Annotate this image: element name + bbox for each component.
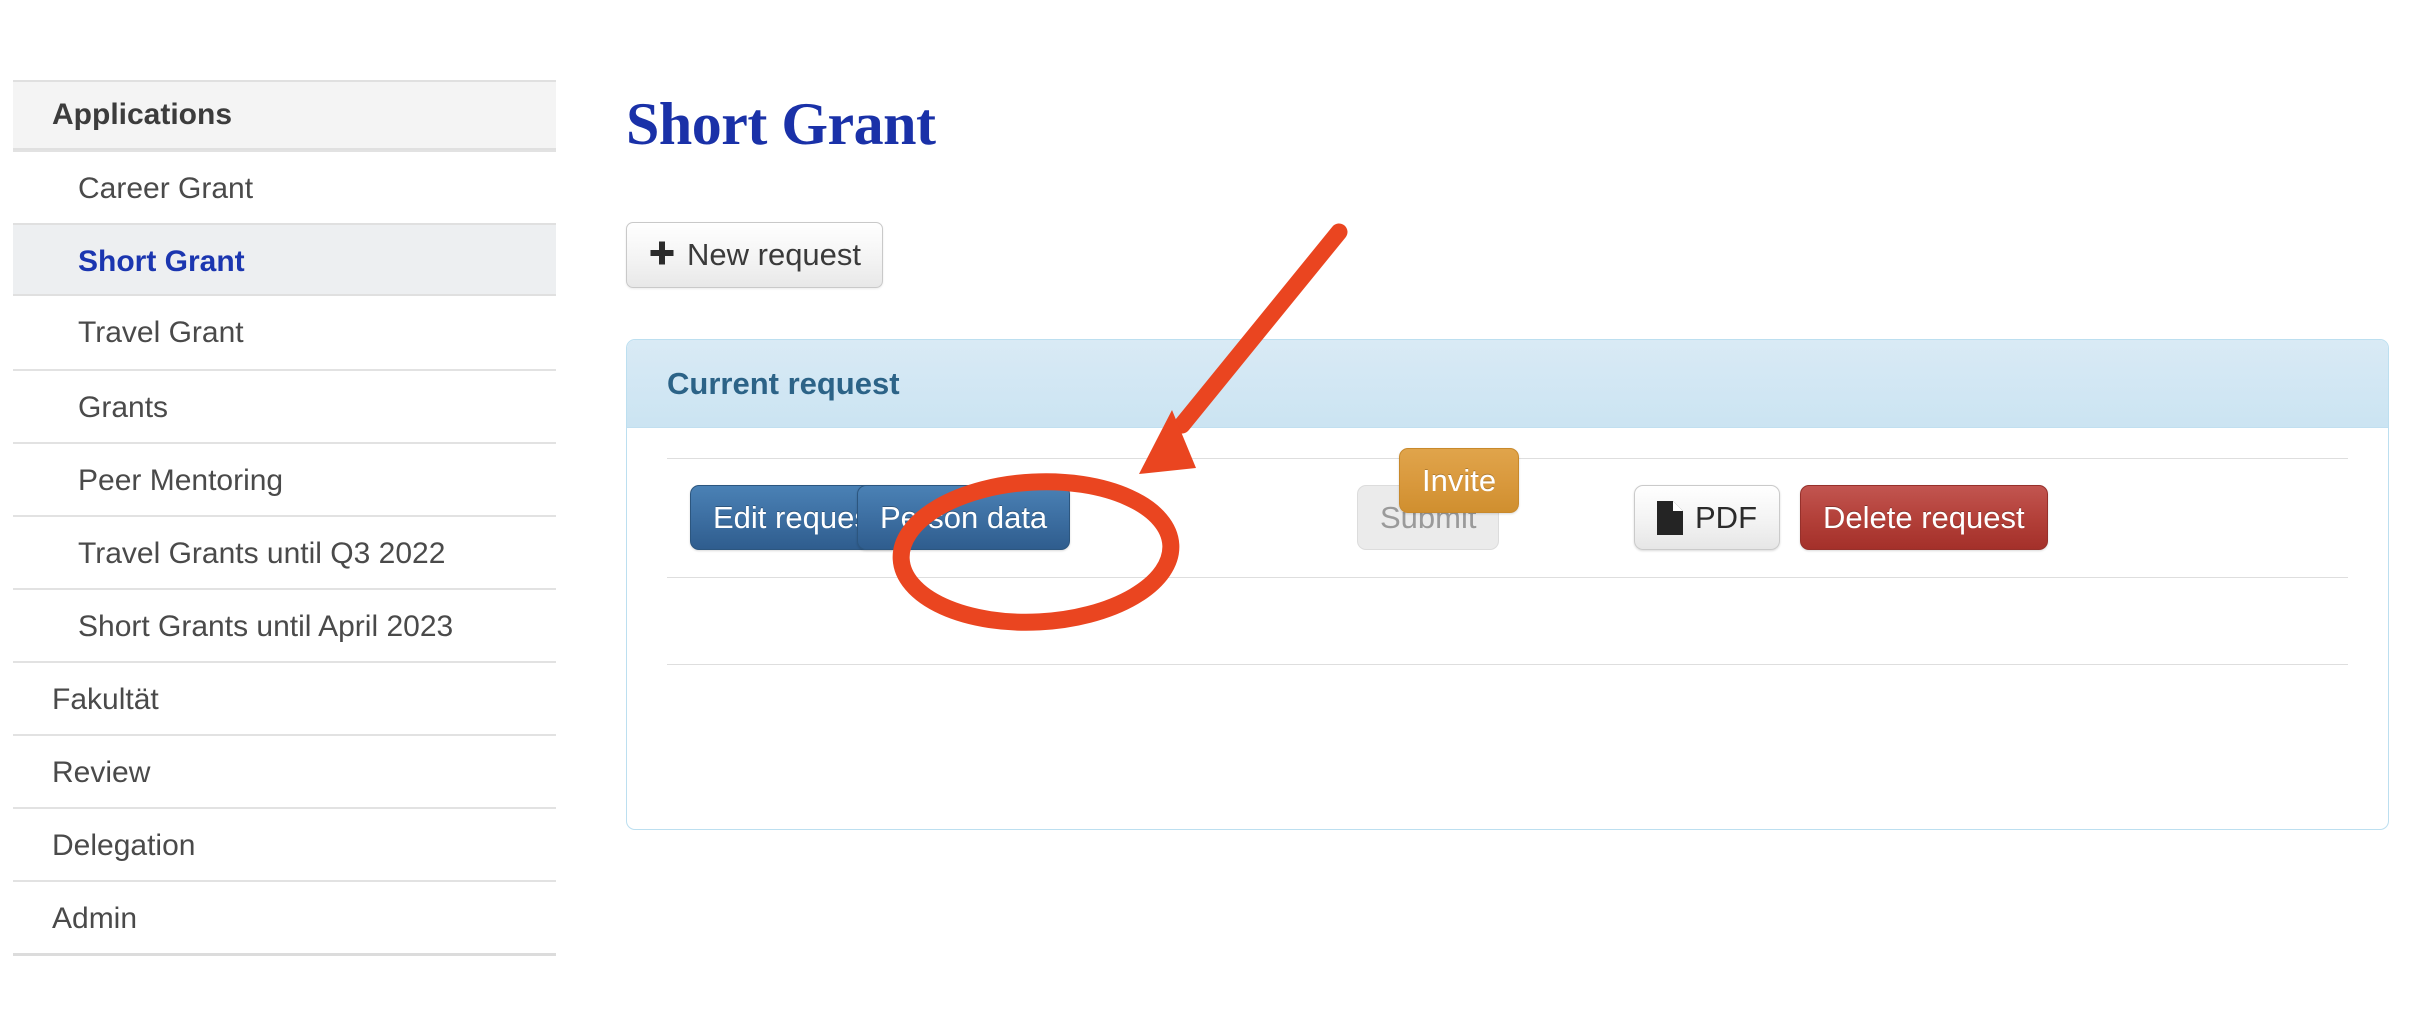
sidebar-item-label: Admin (52, 902, 138, 935)
pdf-button[interactable]: PDF (1634, 485, 1780, 550)
sidebar-item-travel-grants-until-q3-2022[interactable]: Travel Grants until Q3 2022 (13, 515, 556, 588)
sidebar-item-grants[interactable]: Grants (13, 369, 556, 442)
sidebar-item-label: Applications (52, 98, 233, 131)
sidebar-item-label: Travel Grant (78, 316, 244, 349)
sidebar-item-short-grant[interactable]: Short Grant (13, 223, 556, 296)
sidebar-item-label: Short Grants until April 2023 (78, 610, 454, 643)
sidebar-item-short-grants-until-april-2023[interactable]: Short Grants until April 2023 (13, 588, 556, 661)
sidebar-item-label: Peer Mentoring (78, 464, 284, 497)
main-content: Short Grant New request Current request (626, 0, 2396, 1024)
person-data-label: Person data (880, 499, 1048, 535)
sidebar-item-delegation[interactable]: Delegation (13, 807, 556, 880)
sidebar-item-label: Grants (78, 391, 169, 424)
sidebar-item-review[interactable]: Review (13, 734, 556, 807)
person-data-button[interactable]: Person data (857, 485, 1071, 550)
panel-body: Edit request Person data Submit PDF Dele… (627, 428, 2388, 829)
page-root: Applications Career Grant Short Grant Tr… (0, 0, 2420, 1024)
sidebar-item-fakultaet[interactable]: Fakultät (13, 661, 556, 734)
sidebar-item-label: Review (52, 756, 151, 789)
sidebar-item-label: Travel Grants until Q3 2022 (78, 537, 446, 570)
delete-request-button[interactable]: Delete request (1800, 485, 2048, 550)
invite-row: Invite (667, 448, 2348, 783)
sidebar-item-admin[interactable]: Admin (13, 880, 556, 953)
file-icon (1657, 500, 1683, 535)
panel-header: Current request (627, 340, 2388, 428)
sidebar-item-label: Fakultät (52, 683, 159, 716)
current-request-panel: Current request Edit request Person data… (626, 339, 2389, 830)
sidebar-item-label: Short Grant (78, 245, 245, 278)
sidebar-navigation: Applications Career Grant Short Grant Tr… (13, 80, 556, 956)
pdf-label: PDF (1695, 499, 1757, 535)
sidebar-item-label: Career Grant (78, 172, 254, 205)
panel-spacer (667, 578, 2348, 664)
new-request-label: New request (687, 237, 862, 272)
sidebar-item-peer-mentoring[interactable]: Peer Mentoring (13, 442, 556, 515)
new-request-button[interactable]: New request (626, 222, 884, 288)
page-title: Short Grant (626, 91, 936, 158)
invite-label: Invite (1422, 462, 1497, 498)
invite-button[interactable]: Invite (1399, 448, 1520, 513)
panel-header-title: Current request (667, 365, 900, 401)
sidebar-item-label: Delegation (52, 829, 196, 862)
delete-request-label: Delete request (1823, 499, 2025, 535)
edit-request-label: Edit request (713, 499, 879, 535)
sidebar-item-travel-grant[interactable]: Travel Grant (13, 296, 556, 369)
sidebar-item-career-grant[interactable]: Career Grant (13, 150, 556, 223)
plus-icon (648, 239, 676, 272)
sidebar-item-applications[interactable]: Applications (13, 80, 556, 150)
